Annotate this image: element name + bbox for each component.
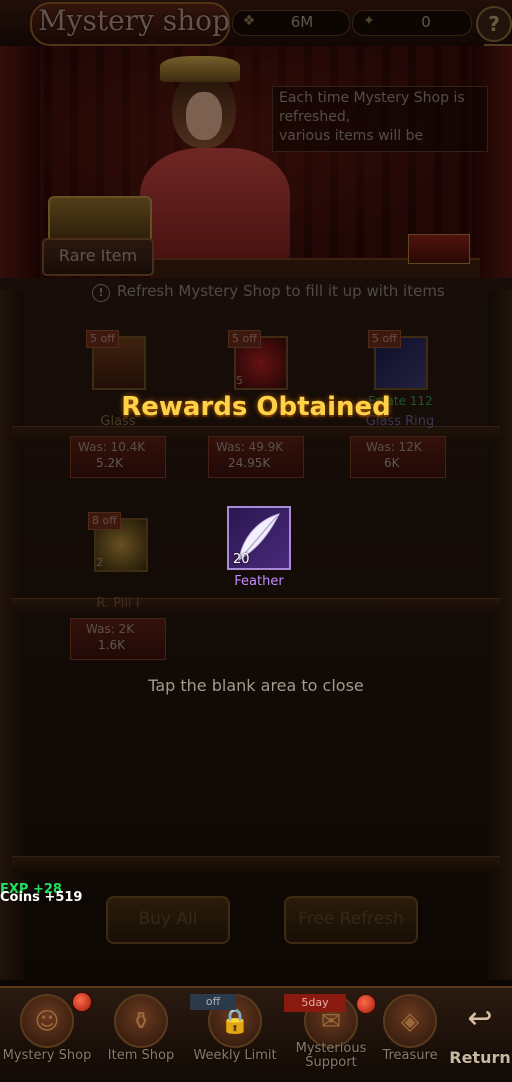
nav-item-shop[interactable]: ⚱ Item Shop <box>94 990 188 1080</box>
help-button[interactable]: ? <box>476 6 512 42</box>
support-day-tag: 5day <box>284 994 346 1012</box>
price-now: 5.2K <box>96 456 123 470</box>
discount-badge: 8 off <box>88 512 121 530</box>
reward-item-name: Feather <box>234 574 284 589</box>
price-was: Was: 49.9K <box>216 440 284 454</box>
refresh-info-text: Refresh Mystery Shop to fill it up with … <box>117 282 445 300</box>
nav-label: Item Shop <box>107 1048 175 1063</box>
shopkeeper-body <box>140 148 290 264</box>
rewards-title: Rewards Obtained <box>121 392 391 422</box>
price-was: Was: 10.4K <box>78 440 146 454</box>
gift-box <box>408 234 470 264</box>
price-now: 6K <box>384 456 400 470</box>
buy-all-button[interactable]: Buy All <box>106 896 230 944</box>
merchant-icon: ☺ <box>20 994 74 1048</box>
nav-label: Mysterious Support <box>295 1041 367 1070</box>
tap-to-close-hint: Tap the blank area to close <box>148 676 364 695</box>
item-shop-icon: ⚱ <box>114 994 168 1048</box>
gold-ingot-icon: ✦ <box>363 13 375 29</box>
curtain-left <box>0 46 40 278</box>
free-refresh-button[interactable]: Free Refresh <box>284 896 418 944</box>
reward-quantity: 20 <box>233 552 250 567</box>
treasure-icon: ◈ <box>383 994 437 1048</box>
nav-return[interactable]: ↩ Return <box>448 990 512 1080</box>
discount-badge: 5 off <box>368 330 401 348</box>
discount-badge: 5 off <box>228 330 261 348</box>
coin-value: 6M <box>290 13 314 31</box>
gold-value: 0 <box>421 13 431 31</box>
rare-item-button[interactable]: Rare Item <box>42 238 154 276</box>
shelf-plank <box>12 856 500 873</box>
coins-gain-text: Coins +519 <box>0 890 83 905</box>
weekly-off-tag: off <box>190 994 236 1010</box>
price-now: 1.6K <box>98 638 125 652</box>
price-now: 24.95K <box>228 456 271 470</box>
shopkeeper-face <box>186 92 222 140</box>
notification-dot <box>72 992 92 1012</box>
nav-label: Treasure <box>382 1048 438 1063</box>
shopkeeper-crown <box>160 56 240 82</box>
item-quantity: 5 <box>236 374 243 387</box>
nav-label: Mystery Shop <box>2 1048 92 1063</box>
item-quantity: 2 <box>96 556 103 569</box>
coin-stack-icon: ❖ <box>242 13 256 29</box>
price-was: Was: 2K <box>86 622 135 636</box>
page-title: Mystery shop <box>38 4 230 37</box>
item-name: R. Pill I <box>96 596 140 611</box>
nav-label: Weekly Limit <box>193 1048 277 1063</box>
info-icon: ! <box>92 284 110 302</box>
discount-badge: 5 off <box>86 330 119 348</box>
shop-description: Each time Mystery Shop is refreshed, var… <box>272 86 488 152</box>
nav-label: Return <box>449 1048 511 1067</box>
return-arrow-icon: ↩ <box>467 1001 493 1036</box>
curtain-right <box>472 46 512 278</box>
price-was: Was: 12K <box>366 440 422 454</box>
nav-treasure[interactable]: ◈ Treasure <box>372 990 448 1080</box>
